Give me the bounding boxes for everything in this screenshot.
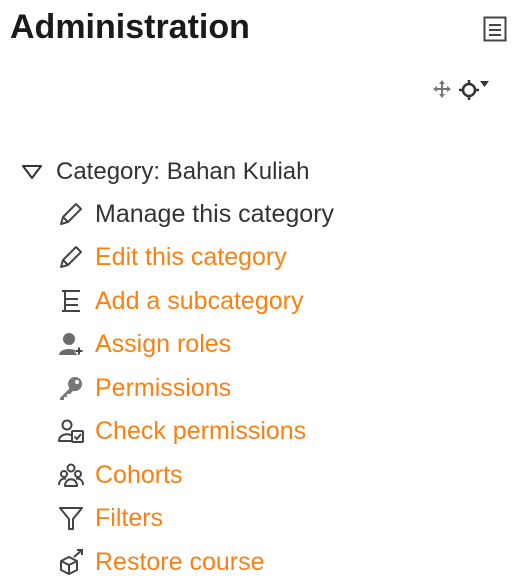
tree-item-assign-roles: Assign roles (56, 323, 498, 367)
category-row[interactable]: Category: Bahan Kuliah (18, 152, 498, 192)
assign-roles-icon (56, 330, 86, 358)
manage-category-label: Manage this category (95, 199, 335, 228)
add-subcategory-link[interactable]: Add a subcategory (95, 286, 303, 316)
tree-item-check-permissions: Check permissions (56, 410, 498, 454)
tree-item-cohorts: Cohorts (56, 453, 498, 497)
edit-category-link[interactable]: Edit this category (95, 242, 287, 272)
filter-icon (56, 504, 86, 532)
category-node: Category: Bahan Kuliah Manage this categ… (18, 152, 498, 584)
dock-block-icon[interactable] (483, 16, 507, 42)
pencil-icon (56, 200, 86, 228)
collapse-triangle-icon[interactable] (18, 161, 46, 183)
key-icon (56, 374, 86, 402)
cohorts-icon (56, 461, 86, 489)
admin-tree: Category: Bahan Kuliah Manage this categ… (18, 152, 498, 584)
assign-roles-link[interactable]: Assign roles (95, 329, 231, 359)
subcategory-icon (56, 287, 86, 315)
tree-item-permissions: Permissions (56, 366, 498, 410)
administration-block-header: Administration (10, 2, 515, 52)
restore-icon (56, 548, 86, 576)
check-permissions-link[interactable]: Check permissions (95, 416, 306, 446)
pencil-icon (56, 243, 86, 271)
cohorts-link[interactable]: Cohorts (95, 460, 183, 490)
move-icon[interactable] (432, 79, 452, 99)
permissions-link[interactable]: Permissions (95, 373, 231, 403)
category-items: Manage this category Edit this category (18, 192, 498, 584)
gear-menu-icon[interactable] (458, 77, 490, 101)
tree-item-manage-category: Manage this category (56, 192, 498, 236)
category-label: Category: Bahan Kuliah (56, 158, 310, 185)
tree-item-edit-category: Edit this category (56, 236, 498, 280)
block-title: Administration (10, 8, 250, 46)
tree-item-restore-course: Restore course (56, 540, 498, 584)
restore-course-link[interactable]: Restore course (95, 547, 265, 577)
tree-item-filters: Filters (56, 497, 498, 541)
block-controls (432, 74, 490, 104)
tree-item-add-subcategory: Add a subcategory (56, 279, 498, 323)
check-permissions-icon (56, 417, 86, 445)
filters-link[interactable]: Filters (95, 503, 163, 533)
